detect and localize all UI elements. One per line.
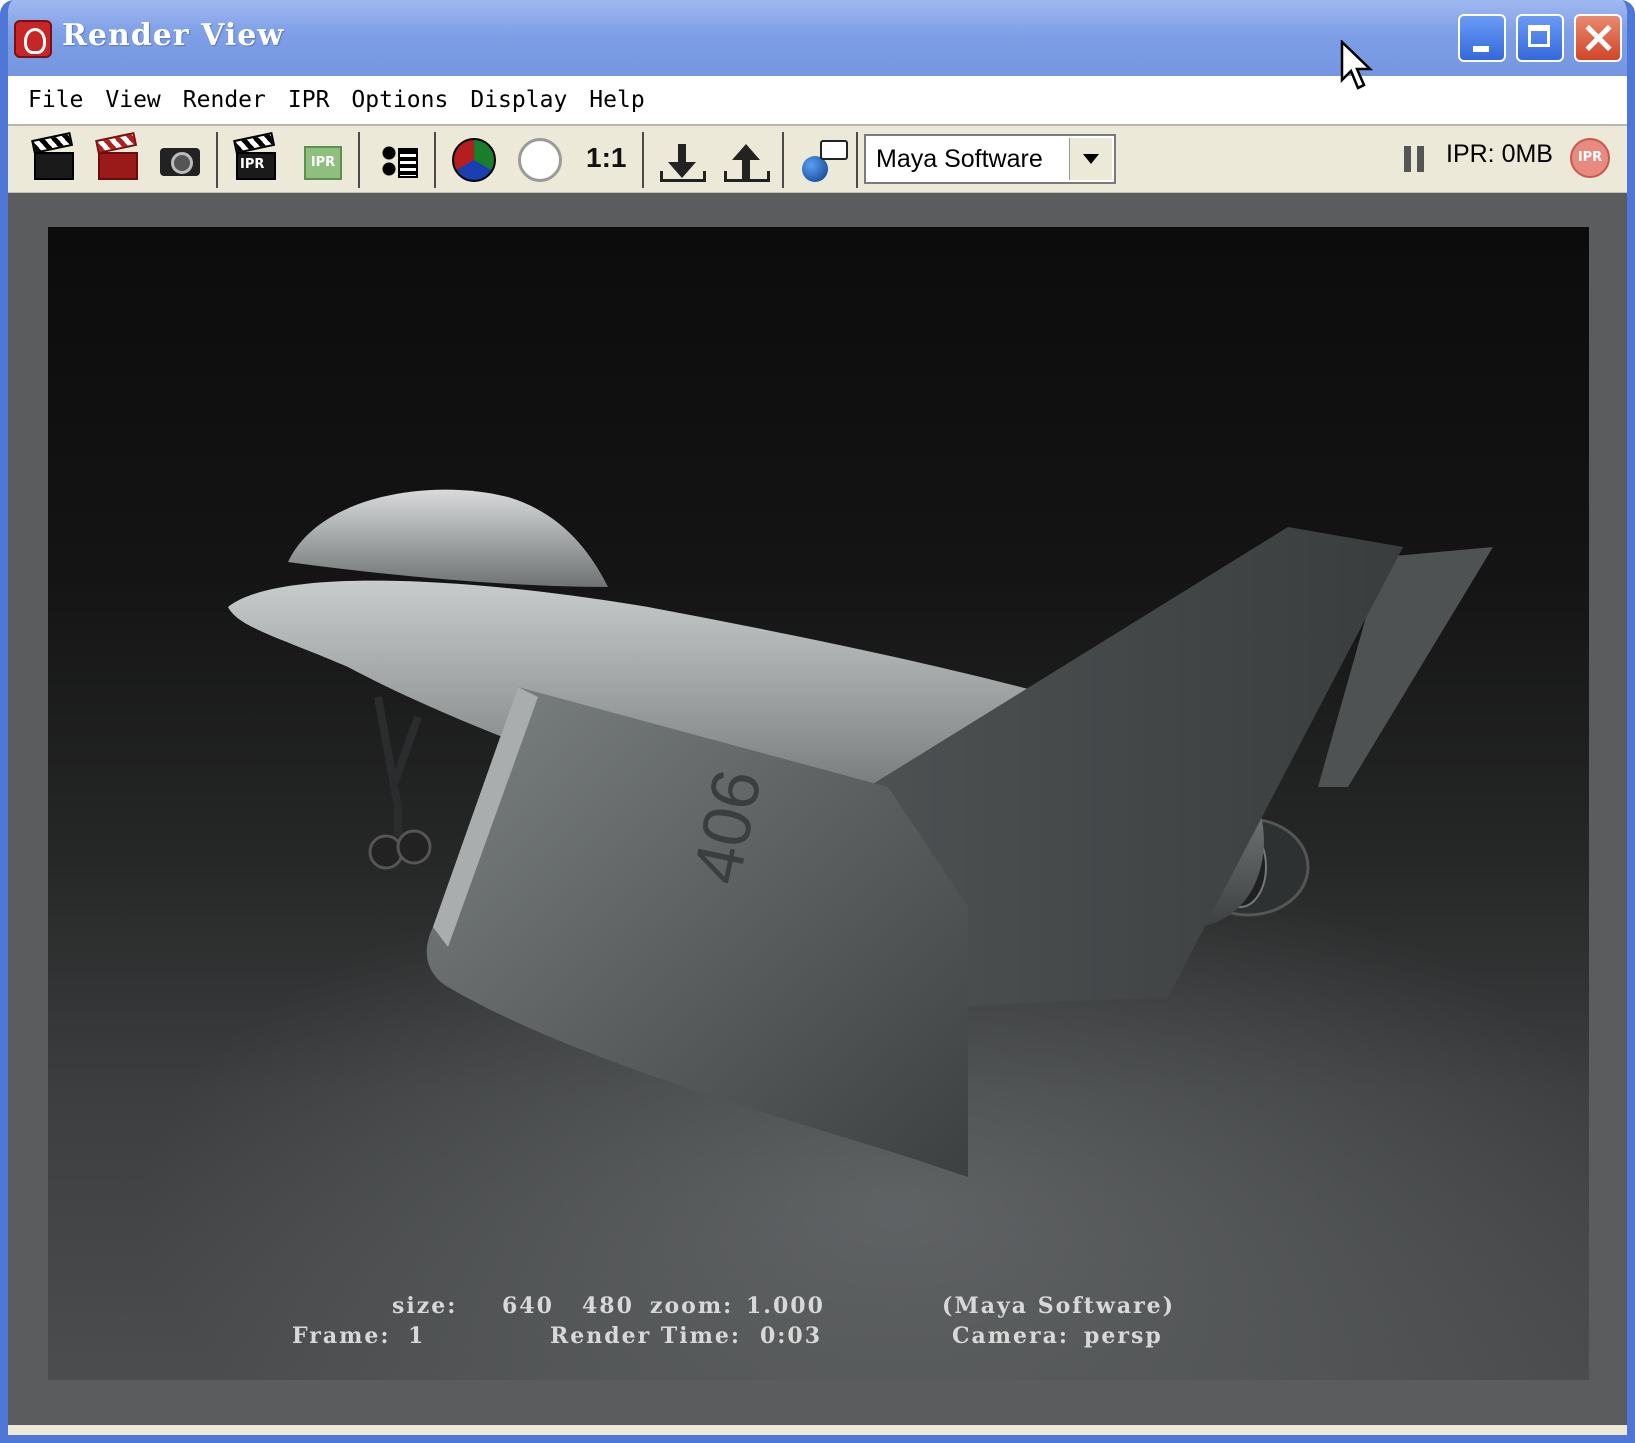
toolbar-separator bbox=[358, 132, 360, 188]
display-alpha-icon[interactable] bbox=[514, 134, 564, 182]
menu-bar: File View Render IPR Options Display Hel… bbox=[8, 76, 1627, 126]
render-time-value: 0:03 bbox=[760, 1323, 823, 1349]
menu-options[interactable]: Options bbox=[351, 87, 448, 113]
maya-app-icon[interactable] bbox=[14, 20, 52, 58]
remove-image-icon[interactable] bbox=[720, 134, 770, 182]
keep-image-icon[interactable] bbox=[656, 134, 706, 182]
ipr-memory-label: IPR: 0MB bbox=[1446, 140, 1553, 168]
render-viewport[interactable]: 406 size: 640 480 zoom: 1.000 (Maya Soft… bbox=[8, 193, 1627, 1425]
chevron-down-icon[interactable] bbox=[1069, 138, 1112, 180]
menu-display[interactable]: Display bbox=[470, 87, 567, 113]
toolbar: IPR IPR 1:1 Maya Software IPR: 0MB IPR bbox=[8, 126, 1627, 193]
pause-ipr-icon[interactable] bbox=[1404, 146, 1424, 172]
minimize-button[interactable] bbox=[1458, 14, 1506, 62]
landing-gear bbox=[374, 696, 422, 837]
size-label: size: bbox=[392, 1293, 458, 1319]
frame-value: 1 bbox=[408, 1323, 426, 1349]
camera-label: Camera: bbox=[952, 1323, 1070, 1349]
toolbar-separator bbox=[856, 132, 858, 188]
renderer-info: (Maya Software) bbox=[942, 1293, 1176, 1319]
display-rgb-icon[interactable] bbox=[448, 134, 498, 182]
camera-value: persp bbox=[1084, 1323, 1163, 1349]
renderer-dropdown[interactable]: Maya Software bbox=[864, 134, 1116, 184]
real-size-button[interactable]: 1:1 bbox=[580, 134, 630, 182]
menu-ipr[interactable]: IPR bbox=[288, 87, 330, 113]
menu-file[interactable]: File bbox=[28, 87, 83, 113]
redo-render-icon[interactable] bbox=[28, 134, 78, 182]
render-view-window: Render View File View Render IPR Options… bbox=[0, 0, 1635, 1443]
frame-label: Frame: bbox=[292, 1323, 391, 1349]
canopy bbox=[288, 489, 608, 587]
toolbar-separator bbox=[642, 132, 644, 188]
front-wheel bbox=[368, 834, 404, 870]
maximize-button[interactable] bbox=[1516, 14, 1564, 62]
snapshot-icon[interactable] bbox=[156, 134, 206, 182]
aircraft-render: 406 bbox=[228, 489, 1493, 1177]
render-time-label: Render Time: bbox=[550, 1323, 742, 1349]
ipr-render-label: IPR bbox=[240, 157, 265, 172]
refresh-ipr-icon[interactable]: IPR bbox=[298, 134, 348, 182]
ipr-status-icon[interactable]: IPR bbox=[1570, 138, 1610, 178]
toolbar-separator bbox=[782, 132, 784, 188]
size-height: 480 bbox=[582, 1293, 634, 1319]
menu-view[interactable]: View bbox=[105, 87, 160, 113]
size-width: 640 bbox=[502, 1293, 554, 1319]
toolbar-separator bbox=[216, 132, 218, 188]
ipr-render-icon[interactable]: IPR bbox=[230, 134, 280, 182]
real-size-label: 1:1 bbox=[586, 142, 627, 173]
refresh-ipr-label: IPR bbox=[304, 146, 342, 180]
render-region-icon[interactable] bbox=[92, 134, 142, 182]
zoom-label: zoom: bbox=[650, 1293, 734, 1319]
window-title: Render View bbox=[62, 18, 285, 53]
render-sequence-icon[interactable] bbox=[372, 134, 422, 182]
renderer-value: Maya Software bbox=[876, 145, 1043, 173]
title-bar[interactable]: Render View bbox=[8, 0, 1627, 76]
menu-render[interactable]: Render bbox=[183, 87, 266, 113]
status-strip bbox=[8, 1425, 1627, 1435]
rendered-image: 406 bbox=[48, 227, 1589, 1380]
close-button[interactable] bbox=[1574, 14, 1622, 62]
menu-help[interactable]: Help bbox=[589, 87, 644, 113]
mouse-cursor-icon bbox=[1340, 40, 1374, 90]
zoom-value: 1.000 bbox=[746, 1293, 825, 1319]
toolbar-separator bbox=[434, 132, 436, 188]
render-diagnostics-icon[interactable] bbox=[796, 134, 848, 182]
